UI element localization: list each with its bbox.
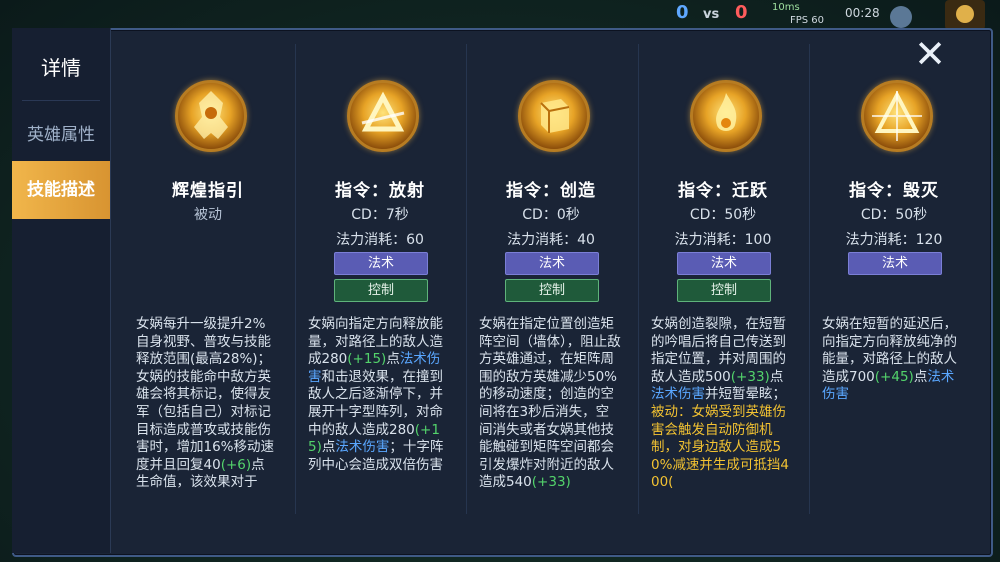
game-hud: 0 vs 0 10ms FPS 60 00:28 [0,0,1000,30]
control-tag: 控制 [334,279,428,302]
detail-sidebar: 详情 英雄属性 技能描述 [12,28,111,553]
skill-description: 女娲在短暂的延迟后，向指定方向释放纯净的能量，对路径上的敌人造成700(+45)… [822,316,964,512]
skill-mana-cost: 法力消耗：100 [674,232,772,248]
money-bag-icon [956,5,974,23]
sidebar-divider [22,100,100,101]
red-team-score: 0 [735,2,748,23]
fps-readout: FPS 60 [790,15,825,26]
desc-run: 点 [769,368,784,385]
desc-run: 女娲在指定位置创造矩阵空间（墙体），阻止敌方英雄通过，在矩阵周围的敌方英雄减少5… [479,316,621,491]
close-button[interactable]: ✕ [908,32,952,76]
skill-cooldown: CD：50秒 [860,207,928,223]
desc-run: (+33) [531,474,571,491]
skill-name: 指令：创造 [506,181,596,201]
desc-run: 点 [913,368,928,385]
skill-cooldown: CD：50秒 [689,207,757,223]
settings-gear-icon[interactable] [890,6,912,28]
vs-label: vs [703,7,720,22]
skill-description: 女娲每升一级提升2%自身视野、普攻与技能释放范围(最高28%)；女娲的技能命中敌… [136,316,278,512]
desc-run: 点 [321,439,336,456]
skill-type: 被动 [194,207,222,223]
desc-run: 并短暂晕眩； [705,386,786,403]
golden-armor-icon[interactable] [175,80,247,152]
desc-run: 被动：女娲受到英雄伤害会触发自动防御机制，对身边敌人造成50%减速并生成可抵挡4… [651,403,790,491]
skill-card-1: 指令：放射 CD：7秒 法力消耗：60 法术 控制 女娲向指定方向释放能量，对路… [296,72,464,512]
skill-mana-cost: 法力消耗：60 [336,232,424,248]
skill-name: 指令：迁跃 [678,181,768,201]
skill-card-3: 指令：迁跃 CD：50秒 法力消耗：100 法术 控制 女娲创造裂隙，在短暂的吟… [639,72,807,512]
skill-name: 指令：放射 [335,181,425,201]
skill-mana-cost: 法力消耗：120 [845,232,943,248]
desc-run: 点 [386,351,400,368]
desc-run: (+33) [730,368,770,385]
skill-description: 女娲在指定位置创造矩阵空间（墙体），阻止敌方英雄通过，在矩阵周围的敌方英雄减少5… [479,316,621,512]
sidebar-item-skill-description[interactable]: 技能描述 [12,161,110,219]
control-tag: 控制 [505,279,599,302]
skill-card-2: 指令：创造 CD：0秒 法力消耗：40 法术 控制 女娲在指定位置创造矩阵空间（… [467,72,635,512]
desc-run: 女娲每升一级提升2%自身视野、普攻与技能释放范围(最高28%)；女娲的技能命中敌… [136,316,275,473]
desc-run: 法术伤害 [335,439,390,456]
skill-cooldown: CD：0秒 [522,207,580,223]
flame-warp-icon[interactable] [690,80,762,152]
golden-cube-icon[interactable] [518,80,590,152]
skill-cooldown: CD：7秒 [351,207,409,223]
magic-tag: 法术 [334,252,428,275]
skill-name: 辉煌指引 [172,181,244,201]
blue-team-score: 0 [676,2,689,23]
match-timer: 00:28 [845,6,880,20]
sidebar-item-hero-attributes[interactable]: 英雄属性 [12,120,110,145]
triangle-beam-icon[interactable] [347,80,419,152]
desc-run: (+6) [220,456,252,473]
skill-description: 女娲创造裂隙，在短暂的吟唱后将自己传送到指定位置，并对周围的敌人造成500(+3… [651,316,793,512]
magic-tag: 法术 [505,252,599,275]
magic-tag: 法术 [677,252,771,275]
skill-mana-cost: 法力消耗：40 [507,232,595,248]
skill-card-passive: 辉煌指引 被动 女娲每升一级提升2%自身视野、普攻与技能释放范围(最高28%)；… [124,72,292,512]
skill-card-4: 指令：毁灭 CD：50秒 法力消耗：120 法术 女娲在短暂的延迟后，向指定方向… [810,72,978,512]
burst-triangle-icon[interactable] [861,80,933,152]
ping-readout: 10ms [772,2,800,13]
desc-run: (+45) [874,368,914,385]
desc-run: 法术伤害 [651,386,705,403]
skill-description: 女娲向指定方向释放能量，对路径上的敌人造成280(+15)点法术伤害和击退效果，… [308,316,450,512]
sidebar-title: 详情 [41,56,81,80]
control-tag: 控制 [677,279,771,302]
shop-button[interactable] [945,0,985,30]
skill-name: 指令：毁灭 [849,181,939,201]
desc-run: (+15) [347,351,387,368]
magic-tag: 法术 [848,252,942,275]
